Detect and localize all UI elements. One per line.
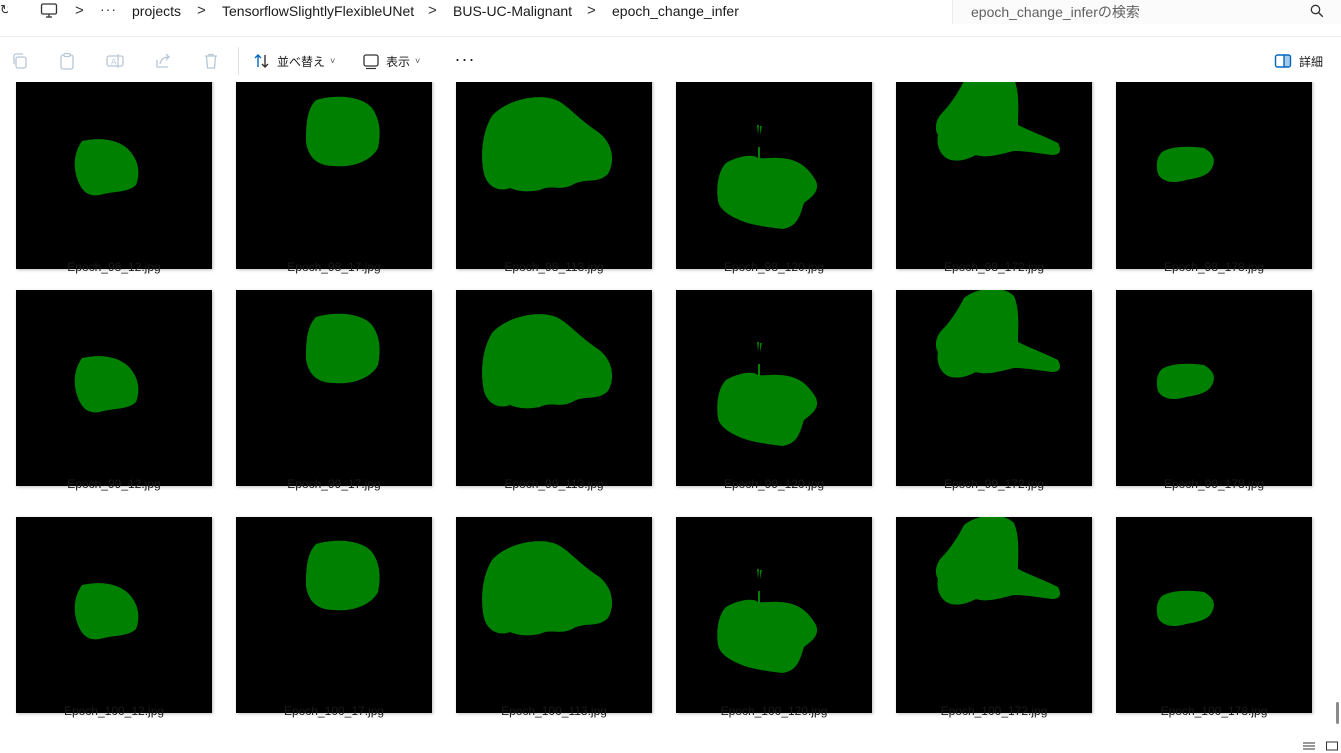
- file-thumbnail[interactable]: [16, 290, 212, 486]
- breadcrumb-item-current-folder[interactable]: epoch_change_infer: [612, 1, 739, 21]
- refresh-icon[interactable]: ↻: [0, 2, 8, 20]
- breadcrumb-more-button[interactable]: ···: [100, 0, 117, 20]
- share-icon[interactable]: [153, 51, 173, 71]
- chevron-down-icon: ˅: [415, 56, 421, 66]
- file-thumbnail[interactable]: [456, 290, 652, 486]
- file-thumbnail[interactable]: [16, 517, 212, 713]
- paste-icon[interactable]: [57, 51, 77, 71]
- file-thumbnail[interactable]: [676, 290, 872, 486]
- breadcrumb-separator[interactable]: >: [428, 1, 437, 21]
- segmentation-mask-image: [896, 290, 1092, 486]
- file-thumbnail[interactable]: [676, 82, 872, 269]
- breadcrumb-item-dataset[interactable]: BUS-UC-Malignant: [453, 1, 572, 21]
- segmentation-mask-image: [896, 517, 1092, 713]
- file-name-label[interactable]: Epoch_98_12.jpg: [6, 260, 222, 274]
- view-icon: [363, 54, 379, 70]
- segmentation-mask-image: [676, 290, 872, 486]
- mask-17: [306, 313, 380, 384]
- file-thumbnail[interactable]: [236, 290, 432, 486]
- file-name-label[interactable]: Epoch_100_113.jpg: [446, 704, 662, 718]
- file-thumbnail[interactable]: [16, 82, 212, 269]
- chevron-down-icon: ˅: [330, 56, 336, 66]
- segmentation-mask-image: [16, 290, 212, 486]
- command-divider: [238, 47, 239, 75]
- sort-label: 並べ替え: [277, 54, 326, 69]
- breadcrumb-item-unet[interactable]: TensorflowSlightlyFlexibleUNet: [222, 1, 414, 21]
- file-name-label[interactable]: Epoch_99_178.jpg: [1106, 477, 1322, 491]
- mask-17: [306, 540, 380, 611]
- file-thumbnail[interactable]: [896, 290, 1092, 486]
- scrollbar-thumb[interactable]: [1336, 702, 1339, 724]
- segmentation-mask-image: [236, 290, 432, 486]
- file-thumbnail[interactable]: [1116, 517, 1312, 713]
- breadcrumb-separator[interactable]: >: [197, 1, 206, 21]
- segmentation-mask-image: [16, 517, 212, 713]
- breadcrumb-separator[interactable]: >: [587, 1, 596, 21]
- file-name-label[interactable]: Epoch_98_113.jpg: [446, 260, 662, 274]
- file-thumbnail[interactable]: [896, 82, 1092, 269]
- file-thumbnail[interactable]: [1116, 82, 1312, 269]
- file-thumbnail[interactable]: [676, 517, 872, 713]
- file-thumbnail[interactable]: [236, 82, 432, 269]
- file-name-label[interactable]: Epoch_99_12.jpg: [6, 477, 222, 491]
- search-box[interactable]: [952, 0, 1341, 24]
- file-thumbnail[interactable]: [236, 517, 432, 713]
- segmentation-mask-image: [456, 290, 652, 486]
- sort-button[interactable]: 並べ替え ˅: [253, 48, 335, 74]
- file-name-label[interactable]: Epoch_98_172.jpg: [886, 260, 1102, 274]
- command-bar: A 並べ替え ˅ 表示 ˅ ··· 詳細: [0, 36, 1341, 82]
- file-thumbnail[interactable]: [456, 82, 652, 269]
- details-view-icon[interactable]: [1302, 740, 1316, 752]
- breadcrumb-item-projects[interactable]: projects: [132, 1, 181, 21]
- details-pane-icon: [1274, 54, 1292, 68]
- file-name-label[interactable]: Epoch_98_178.jpg: [1106, 260, 1322, 274]
- file-name-label[interactable]: Epoch_99_113.jpg: [446, 477, 662, 491]
- segmentation-mask-image: [676, 82, 872, 269]
- more-options-button[interactable]: ···: [452, 49, 478, 73]
- details-pane-button[interactable]: 詳細: [1274, 48, 1323, 74]
- segmentation-mask-image: [1116, 517, 1312, 713]
- tiles-view-icon[interactable]: [1325, 740, 1339, 752]
- view-button[interactable]: 表示 ˅: [362, 48, 420, 74]
- vertical-scrollbar[interactable]: [1333, 82, 1341, 732]
- segmentation-mask-image: [16, 82, 212, 269]
- segmentation-mask-image: [236, 517, 432, 713]
- breadcrumb-separator[interactable]: >: [75, 1, 84, 21]
- file-name-label[interactable]: Epoch_100_120.jpg: [666, 704, 882, 718]
- view-label: 表示: [386, 54, 411, 69]
- file-grid: Epoch_98_12.jpg Epoch_98_17.jpg Epoch_98_1…: [0, 82, 1333, 753]
- segmentation-mask-image: [236, 82, 432, 269]
- sort-icon: [254, 54, 269, 68]
- file-name-label[interactable]: Epoch_100_178.jpg: [1106, 704, 1322, 718]
- this-pc-icon[interactable]: [40, 2, 58, 20]
- svg-text:A: A: [111, 58, 117, 67]
- file-name-label[interactable]: Epoch_100_12.jpg: [6, 704, 222, 718]
- rename-icon[interactable]: A: [105, 51, 125, 71]
- copy-icon[interactable]: [10, 51, 30, 71]
- search-input[interactable]: [971, 2, 1301, 22]
- file-name-label[interactable]: Epoch_98_120.jpg: [666, 260, 882, 274]
- file-name-label[interactable]: Epoch_99_17.jpg: [226, 477, 442, 491]
- file-name-label[interactable]: Epoch_100_172.jpg: [886, 704, 1102, 718]
- file-name-label[interactable]: Epoch_99_172.jpg: [886, 477, 1102, 491]
- search-icon[interactable]: [1310, 4, 1324, 18]
- address-bar: ↻ > ··· projects > TensorflowSlightlyFle…: [0, 0, 1341, 24]
- segmentation-mask-image: [676, 517, 872, 713]
- file-thumbnail[interactable]: [1116, 290, 1312, 486]
- segmentation-mask-image: [456, 82, 652, 269]
- segmentation-mask-image: [896, 82, 1092, 269]
- segmentation-mask-image: [1116, 290, 1312, 486]
- segmentation-mask-image: [1116, 82, 1312, 269]
- file-thumbnail[interactable]: [896, 517, 1092, 713]
- segmentation-mask-image: [456, 517, 652, 713]
- delete-icon[interactable]: [201, 51, 221, 71]
- details-label: 詳細: [1299, 54, 1324, 69]
- file-name-label[interactable]: Epoch_100_17.jpg: [226, 704, 442, 718]
- mask-17: [306, 96, 380, 167]
- file-name-label[interactable]: Epoch_99_120.jpg: [666, 477, 882, 491]
- file-thumbnail[interactable]: [456, 517, 652, 713]
- file-name-label[interactable]: Epoch_98_17.jpg: [226, 260, 442, 274]
